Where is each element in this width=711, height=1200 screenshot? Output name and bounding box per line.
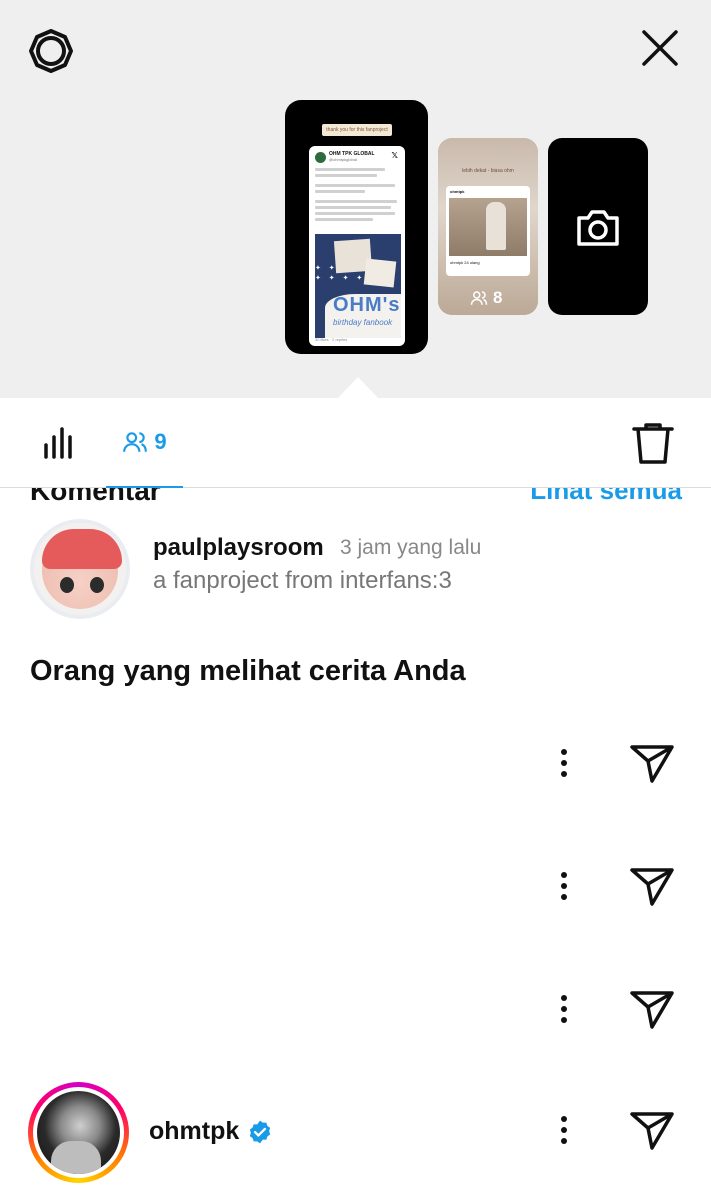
post-2-account: ohmtpk [450, 189, 465, 194]
insights-tab-bar: 9 [0, 398, 711, 488]
comments-heading: Komentar [30, 488, 161, 506]
post-avatar [315, 152, 326, 163]
selection-pointer [338, 377, 378, 398]
list-item [540, 979, 690, 1039]
post-handle: @ohmtpkglobal [329, 157, 357, 162]
viewers-icon [470, 291, 488, 305]
story-thumbnail-selected[interactable]: thank you for this fanproject OHM TPK GL… [285, 100, 428, 354]
viewers-icon [123, 432, 148, 452]
post-2-caption: ohmtpk 24 ulang [450, 260, 480, 265]
list-item [540, 856, 690, 916]
tab-stats[interactable] [40, 423, 80, 463]
fanbook-cover-image: ✦ ✦ ✦ ✦ ✦ ✦ ✦ ✦ ✦ ✦ ✦ ✦ OHM's birthday f… [315, 234, 401, 338]
trash-icon[interactable] [631, 420, 675, 466]
post-text-line [315, 174, 377, 177]
avatar[interactable] [30, 519, 130, 619]
close-icon[interactable] [636, 24, 684, 72]
post-text-line [315, 200, 397, 203]
list-item [540, 1100, 690, 1160]
post-text-line [315, 184, 395, 187]
viewers-heading: Orang yang melihat cerita Anda [30, 655, 466, 687]
story-2-viewer-count: 8 [470, 288, 502, 308]
send-icon[interactable] [628, 985, 676, 1033]
list-item [540, 733, 690, 793]
x-logo-icon: 𝕏 [391, 151, 398, 160]
post-text-line [315, 190, 365, 193]
settings-icon[interactable] [26, 26, 76, 76]
send-icon[interactable] [628, 739, 676, 787]
post-text-line [315, 206, 391, 209]
verified-icon [250, 1120, 271, 1143]
viewer-username: ohmtpk [149, 1117, 240, 1145]
story-banner-text: thank you for this fanproject [322, 124, 392, 136]
tab-viewers[interactable]: 9 [106, 398, 183, 488]
comments-header: Komentar Lihat semua [0, 488, 711, 508]
fanbook-title: OHM's [333, 294, 401, 316]
see-all-comments-link[interactable]: Lihat semua [530, 488, 682, 506]
post-text-line [315, 218, 373, 221]
stats-icon [44, 427, 72, 459]
more-icon[interactable] [540, 856, 588, 916]
shared-post-card: OHM TPK GLOBAL @ohmtpkglobal 𝕏 ✦ ✦ ✦ ✦ ✦… [309, 146, 405, 346]
shared-post-card-2: ohmtpk ohmtpk 24 ulang [446, 186, 530, 276]
story-2-banner: lebih dekat - biasa ohm [462, 168, 514, 174]
comment-timestamp: 3 jam yang lalu [340, 536, 482, 559]
post-text-line [315, 212, 395, 215]
story-thumbnail-2[interactable]: lebih dekat - biasa ohm ohmtpk ohmtpk 24… [438, 138, 538, 315]
comment-username[interactable]: paulplaysroom [153, 534, 324, 562]
post-text-line [315, 168, 385, 171]
viewer-username-row[interactable]: ohmtpk [149, 1117, 273, 1146]
comment-text: a fanproject from interfans:3 [153, 567, 452, 594]
more-icon[interactable] [540, 1100, 588, 1160]
tab-viewers-count: 9 [154, 429, 167, 454]
camera-icon [577, 209, 619, 246]
avatar[interactable] [28, 1082, 129, 1183]
send-icon[interactable] [628, 862, 676, 910]
more-icon[interactable] [540, 979, 588, 1039]
story-preview-area: thank you for this fanproject OHM TPK GL… [0, 0, 711, 398]
fanbook-subtitle: birthday fanbook [333, 318, 393, 327]
send-icon[interactable] [628, 1106, 676, 1154]
post-footer: 30 likes · 2 replies [315, 337, 348, 342]
viewer-count-label: 8 [493, 288, 503, 307]
more-icon[interactable] [540, 733, 588, 793]
add-story-camera-button[interactable] [548, 138, 648, 315]
